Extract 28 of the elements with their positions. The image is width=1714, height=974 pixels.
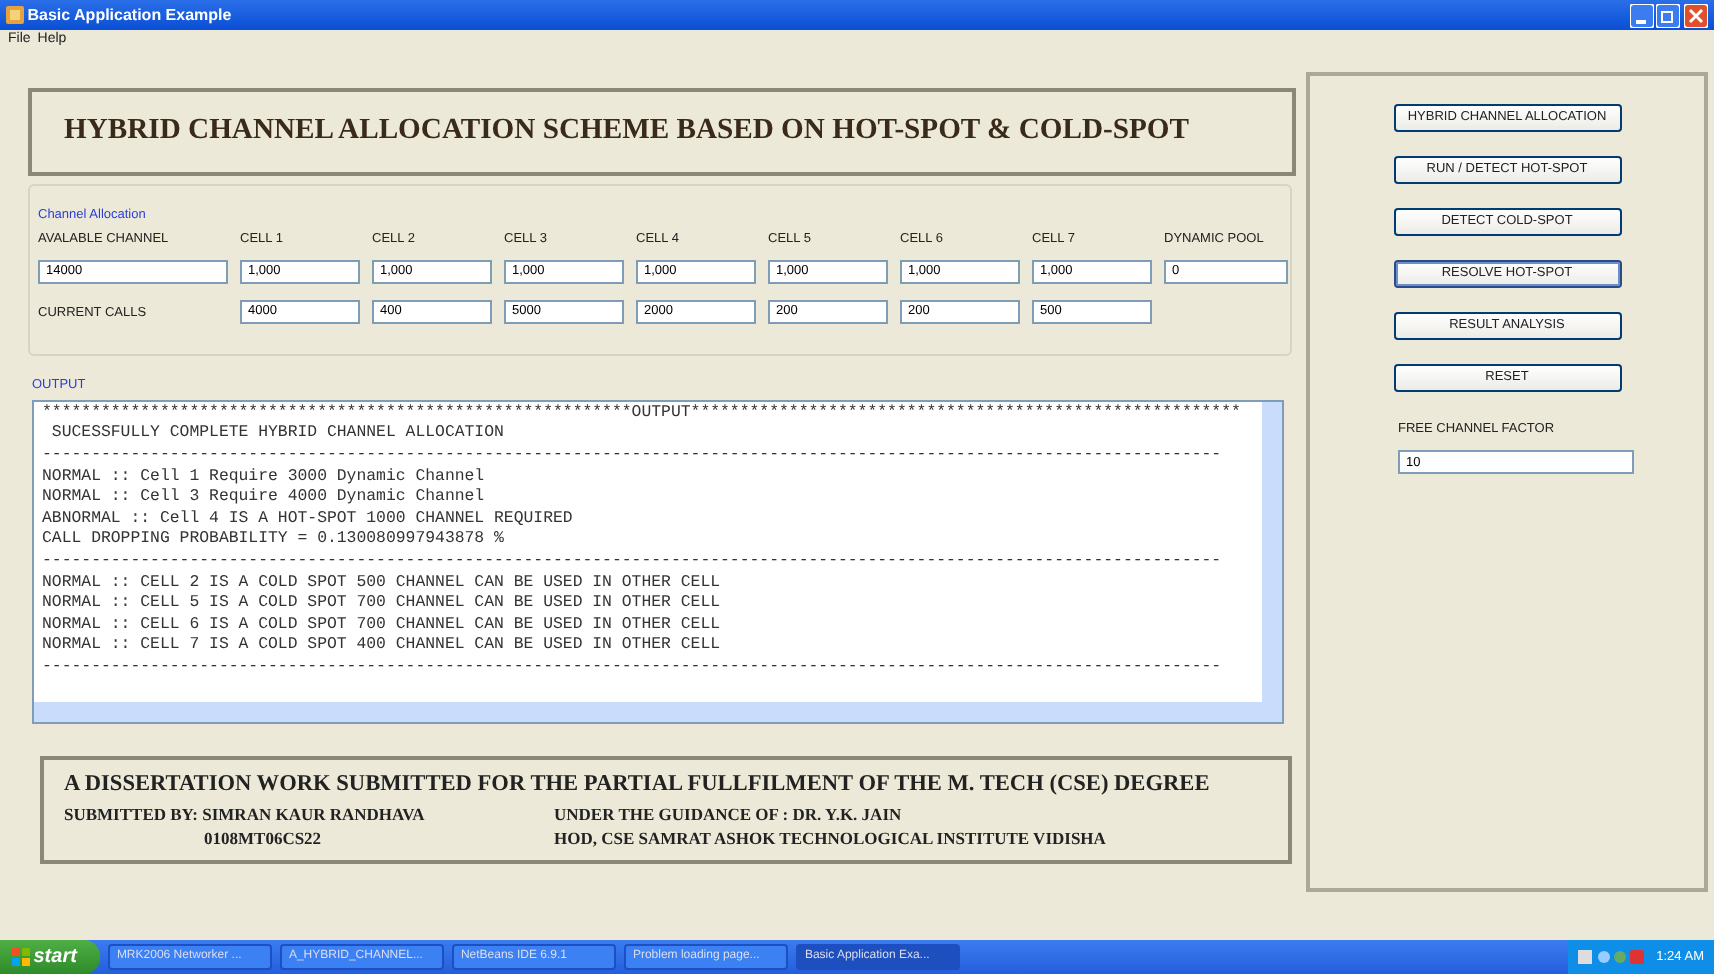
close-icon[interactable] xyxy=(1684,3,1708,27)
app-icon xyxy=(6,6,24,24)
footer-title: A DISSERTATION WORK SUBMITTED FOR THE PARTIAL FULLFILMENT OF THE M. TECH (CSE) DEGREE xyxy=(64,769,1212,800)
minimize-icon[interactable] xyxy=(1629,3,1653,27)
output-line: NORMAL :: CELL 2 IS A COLD SPOT 500 CHANNEL CAN BE USED IN OTHER CELL xyxy=(42,573,723,595)
output-line: ABNORMAL :: Cell 4 IS A HOT-SPOT 1000 CHANNEL REQUIRED xyxy=(42,509,575,531)
heading: HYBRID CHANNEL ALLOCATION SCHEME BASED ON HOT-SPOT & COLD-SPOT xyxy=(28,88,1296,176)
output-line: NORMAL :: CELL 7 IS A COLD SPOT 400 CHANNEL CAN BE USED IN OTHER CELL xyxy=(42,636,723,658)
window-title: Basic Application Example xyxy=(27,3,232,27)
output-line: ------------------------------------------------------------------------------------------------------------------------ xyxy=(42,657,1224,679)
restore-icon[interactable] xyxy=(1656,3,1681,27)
output-line: ************************************************************OUTPUT******************************************************** xyxy=(42,403,1243,425)
output-line: NORMAL :: Cell 1 Require 3000 Dynamic Channel xyxy=(42,467,487,488)
vertical-scrollbar[interactable] xyxy=(1262,401,1282,702)
footer-text: SUBMITTED BY: SIMRAN KAUR RANDHAVA xyxy=(64,801,427,827)
start-label: start xyxy=(33,944,77,972)
footer-text: HOD, CSE SAMRAT ASHOK TECHNOLOGICAL INSTITUTE VIDISHA xyxy=(554,826,1106,853)
output-line: NORMAL :: CELL 6 IS A COLD SPOT 700 CHANNEL CAN BE USED IN OTHER CELL xyxy=(42,615,723,637)
horizontal-scrollbar[interactable] xyxy=(34,701,1282,722)
footer-text: 0108MT06CS22 xyxy=(204,826,324,853)
output-line: NORMAL :: Cell 3 Require 4000 Dynamic Channel xyxy=(42,488,487,510)
output-line: ------------------------------------------------------------------------------------------------------------------------ xyxy=(42,445,1224,468)
output-line: SUCESSFULLY COMPLETE HYBRID CHANNEL ALLOCATION xyxy=(49,424,506,446)
footer-text: UNDER THE GUIDANCE OF : DR. Y.K. JAIN xyxy=(554,801,904,827)
output-line: ------------------------------------------------------------------------------------------------------------------------ xyxy=(42,551,1224,573)
output-line: CALL DROPPING PROBABILITY = 0.130080997943878 % xyxy=(42,530,506,552)
output-line: NORMAL :: CELL 5 IS A COLD SPOT 700 CHANNEL CAN BE USED IN OTHER CELL xyxy=(42,594,723,616)
windows-logo-icon xyxy=(12,948,30,966)
